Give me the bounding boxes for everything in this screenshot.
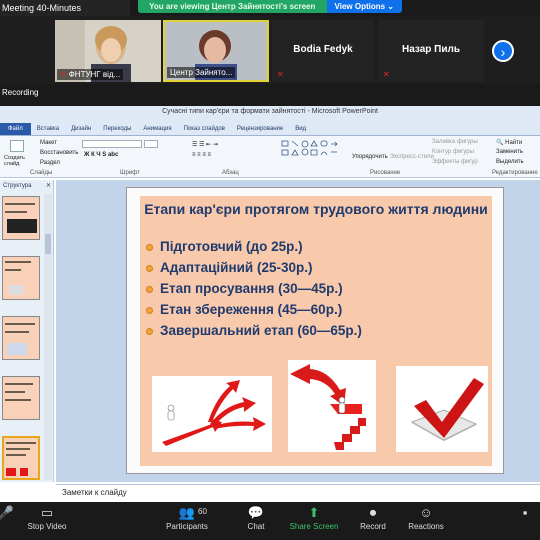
- staircase-arrow-image: [288, 360, 376, 452]
- participant-tile[interactable]: Bodia Fedyk ✕: [272, 20, 374, 82]
- participant-name: ✕ ФНТУНГ від...: [57, 69, 124, 80]
- paragraph-list-icons[interactable]: ☰ ☰ ⇤ ⇥: [192, 141, 218, 148]
- mic-muted-icon: ✕: [60, 70, 67, 79]
- view-options-button[interactable]: View Options ⌄: [327, 2, 402, 11]
- share-screen-icon: ⬆: [308, 505, 320, 520]
- video-camera-icon: ▭: [40, 505, 54, 520]
- tab-review[interactable]: Рецензирование: [231, 123, 289, 135]
- participant-tile-active[interactable]: Центр Зайнято...: [163, 20, 269, 82]
- bullet-item: Підготовчий (до 25р.): [146, 239, 486, 260]
- stop-video-button[interactable]: ▭ Stop Video: [17, 504, 77, 531]
- chevron-right-icon: ›: [500, 44, 506, 60]
- record-button[interactable]: ⏺ Record: [343, 504, 403, 531]
- ppt-ribbon-tabs: Файл Вставка Дизайн Переходы Анимация По…: [0, 118, 540, 136]
- checkmark-icon: [396, 366, 488, 452]
- font-name-box[interactable]: [82, 140, 142, 148]
- tab-slideshow[interactable]: Показ слайдов: [178, 123, 231, 135]
- tab-transitions[interactable]: Переходы: [97, 123, 137, 135]
- group-slides-label: Слайды: [30, 170, 53, 176]
- choice-arrows-image: [152, 376, 272, 452]
- tab-animations[interactable]: Анимация: [137, 123, 177, 135]
- bullet-item: Етап просування (30—45р.): [146, 281, 486, 302]
- participant-name: Центр Зайнято...: [167, 67, 236, 78]
- participants-icon: 👥: [178, 505, 196, 520]
- reset-button[interactable]: Восстановить: [40, 150, 78, 156]
- paragraph-align-icons[interactable]: ≡ ≡ ≡ ≡: [192, 152, 211, 158]
- select-button[interactable]: Выделить: [496, 159, 524, 165]
- new-slide-icon[interactable]: [10, 140, 24, 152]
- next-page-button[interactable]: ›: [492, 40, 514, 62]
- font-format-icons[interactable]: Ж К Ч S abc: [84, 152, 118, 158]
- bullet-list: Підготовчий (до 25р.) Адаптаційний (25-3…: [146, 239, 486, 344]
- ppt-title-bar: Сучасні типи кар'єри та формати зайнятос…: [0, 106, 540, 118]
- tab-design[interactable]: Дизайн: [65, 123, 97, 135]
- bullet-icon: [146, 328, 153, 335]
- arrange-button[interactable]: Упорядочить: [352, 154, 388, 160]
- slide-thumbnail[interactable]: [2, 256, 40, 300]
- find-button[interactable]: 🔍 Найти: [496, 139, 522, 146]
- participant-tile[interactable]: ✕ ФНТУНГ від...: [55, 20, 161, 82]
- recording-label: Recording: [2, 88, 39, 97]
- tab-file[interactable]: Файл: [0, 123, 31, 135]
- group-drawing-label: Рисование: [370, 170, 401, 176]
- participants-button[interactable]: 👥 Participants: [157, 504, 217, 531]
- replace-button[interactable]: Заменить: [496, 149, 523, 155]
- slide-thumbnail[interactable]: [2, 376, 40, 420]
- shape-effects-button[interactable]: Эффекты фигур: [432, 159, 478, 165]
- bullet-icon: [146, 307, 153, 314]
- bullet-icon: [146, 265, 153, 272]
- more-icon: ▪: [522, 505, 528, 520]
- tab-insert[interactable]: Вставка: [31, 123, 65, 135]
- participant-count: 60: [198, 507, 207, 516]
- shape-fill-button[interactable]: Заливка фигуры: [432, 139, 478, 145]
- mic-muted-icon: ✕: [383, 70, 390, 79]
- close-icon[interactable]: ✕: [46, 180, 51, 192]
- slide-title: Етапи кар'єри протягом трудового життя л…: [144, 201, 488, 217]
- slide-thumbnail-selected[interactable]: [2, 436, 40, 480]
- font-size-box[interactable]: [144, 140, 158, 148]
- reactions-button[interactable]: ☺ Reactions: [396, 504, 456, 531]
- bullet-item: Завершальний етап (60—65р.): [146, 323, 486, 344]
- slide-notes[interactable]: Заметки к слайду: [56, 484, 540, 500]
- meeting-title: Meeting 40-Minutes: [0, 0, 130, 16]
- reaction-smiley-icon: ☺: [419, 505, 433, 520]
- screen-share-banner: You are viewing Центр Зайнятості's scree…: [138, 0, 402, 13]
- layout-button[interactable]: Макет: [40, 140, 57, 146]
- group-editing-label: Редактирование: [492, 170, 538, 176]
- shape-outline-button[interactable]: Контур фигуры: [432, 149, 474, 155]
- participant-name: Bodia Fedyk: [293, 44, 353, 55]
- bullet-item: Адаптаційний (25-30р.): [146, 260, 486, 281]
- outline-tab[interactable]: Структура ✕: [0, 180, 54, 192]
- group-paragraph-label: Абзац: [222, 170, 239, 176]
- find-icon: 🔍: [496, 140, 504, 146]
- banner-text: You are viewing Центр Зайнятості's scree…: [138, 0, 327, 13]
- chat-button[interactable]: 💬 Chat: [226, 504, 286, 531]
- mic-muted-icon: ✕: [277, 70, 284, 79]
- tab-view[interactable]: Вид: [289, 123, 312, 135]
- slide-thumbnail[interactable]: [2, 196, 40, 240]
- thumbnail-scrollbar[interactable]: [44, 194, 52, 480]
- ppt-ribbon: Создать слайд Макет Восстановить Раздел …: [0, 136, 540, 178]
- quick-styles-button[interactable]: Экспресс-стили: [390, 154, 434, 160]
- record-icon: ⏺: [369, 505, 377, 520]
- new-slide-button[interactable]: Создать слайд: [4, 155, 30, 167]
- more-button[interactable]: ▪: [510, 504, 540, 522]
- bullet-icon: [146, 286, 153, 293]
- group-font-label: Шрифт: [120, 170, 140, 176]
- participant-name: Назар Пиль: [401, 44, 461, 55]
- bullet-item: Етан збереження (45—60р.): [146, 302, 486, 323]
- shapes-gallery[interactable]: [280, 139, 350, 165]
- share-screen-button[interactable]: ⬆ Share Screen: [284, 504, 344, 531]
- chat-bubble-icon: 💬: [247, 505, 265, 520]
- participant-tile[interactable]: Назар Пиль ✕: [378, 20, 484, 82]
- section-button[interactable]: Раздел: [40, 160, 60, 166]
- bullet-icon: [146, 244, 153, 251]
- slide-thumbnail[interactable]: [2, 316, 40, 360]
